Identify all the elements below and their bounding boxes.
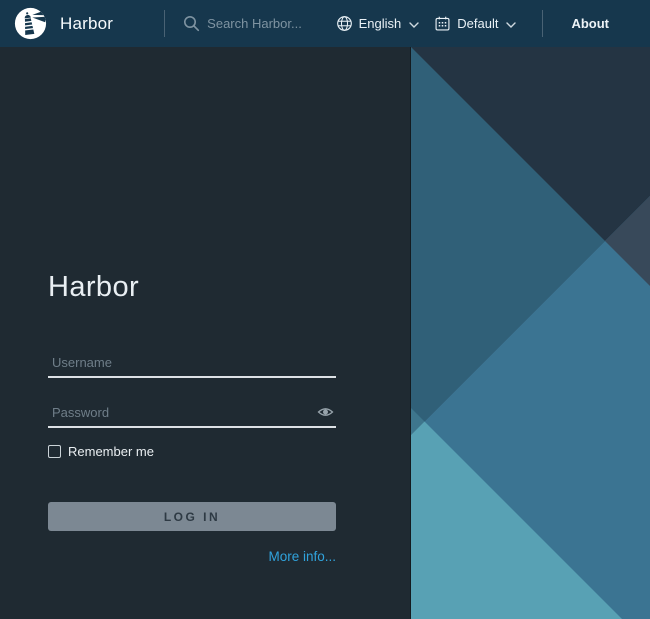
username-field-wrap <box>48 353 336 378</box>
show-password-button[interactable] <box>317 405 334 419</box>
password-field-wrap <box>48 403 336 428</box>
triangle-art <box>411 47 650 619</box>
login-body: Harbor Remember me LOG IN More info... <box>0 47 650 619</box>
brand-title: Harbor <box>60 14 113 34</box>
login-title: Harbor <box>48 271 139 304</box>
language-dropdown[interactable]: English <box>336 15 420 32</box>
remember-me-row: Remember me <box>48 444 154 459</box>
login-form: Harbor Remember me LOG IN More info... <box>48 47 336 619</box>
header-bar: Harbor English <box>0 0 650 47</box>
header-search <box>183 15 329 32</box>
about-link[interactable]: About <box>571 16 609 31</box>
remember-me-label: Remember me <box>68 444 154 459</box>
search-input[interactable] <box>205 15 329 32</box>
harbor-lighthouse-logo <box>14 7 47 40</box>
background-artwork <box>410 47 650 619</box>
harbor-brand-link[interactable]: Harbor <box>0 7 113 40</box>
chevron-down-icon <box>409 22 419 28</box>
log-in-button[interactable]: LOG IN <box>48 502 336 531</box>
more-info-link[interactable]: More info... <box>268 549 336 564</box>
username-input[interactable] <box>48 353 336 378</box>
header-divider <box>542 10 543 37</box>
grid-icon <box>434 15 451 32</box>
eye-icon <box>317 405 334 419</box>
remember-me-checkbox[interactable] <box>48 445 61 458</box>
theme-label: Default <box>457 16 498 31</box>
password-input[interactable] <box>48 403 336 428</box>
header-divider <box>164 10 165 37</box>
globe-icon <box>336 15 353 32</box>
chevron-down-icon <box>506 22 516 28</box>
harbor-login-page: Harbor English <box>0 0 650 619</box>
language-label: English <box>359 16 402 31</box>
search-icon <box>183 15 200 32</box>
theme-dropdown[interactable]: Default <box>434 15 516 32</box>
